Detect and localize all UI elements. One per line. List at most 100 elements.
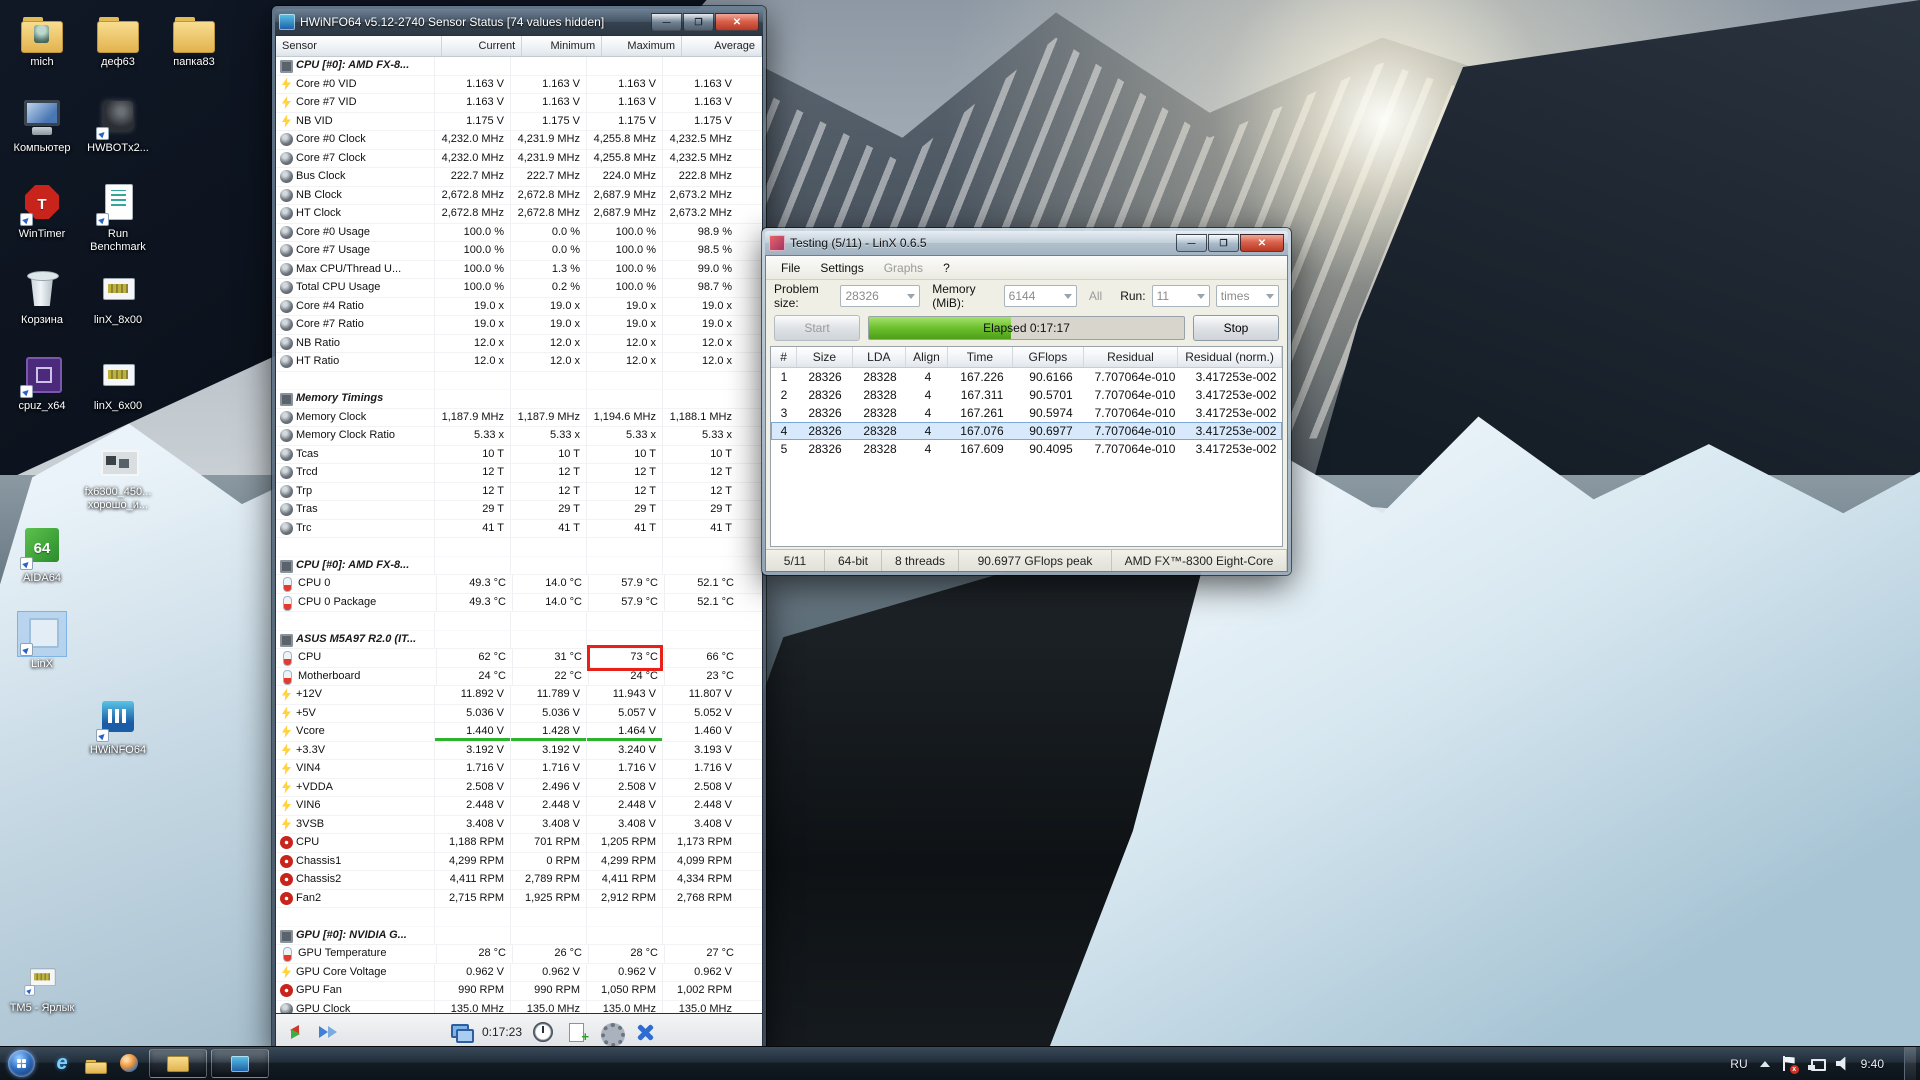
sensor-row[interactable]: Core #0 Usage100.0 %0.0 %100.0 %98.9 % (276, 224, 762, 243)
sensor-row[interactable]: Max CPU/Thread U...100.0 %1.3 %100.0 %99… (276, 261, 762, 280)
sensor-row[interactable]: Motherboard24 °C22 °C24 °C23 °C (276, 668, 762, 687)
sensor-group-row[interactable]: GPU [#0]: NVIDIA G... (276, 927, 762, 946)
sensor-row[interactable]: +VDDA2.508 V2.496 V2.508 V2.508 V (276, 779, 762, 798)
sensor-row[interactable]: Bus Clock222.7 MHz222.7 MHz224.0 MHz222.… (276, 168, 762, 187)
desktop-icon-filesm[interactable]: TM5 - Ярлык (4, 956, 80, 1015)
sensor-row[interactable]: +12V11.892 V11.789 V11.943 V11.807 V (276, 686, 762, 705)
start-button[interactable]: Start (774, 315, 860, 341)
sensor-row[interactable]: Tras29 T29 T29 T29 T (276, 501, 762, 520)
column-header[interactable]: Align (906, 347, 948, 367)
run-dropdown[interactable]: 11 (1152, 285, 1210, 307)
show-hidden-icons-icon[interactable] (1760, 1056, 1770, 1067)
sensor-row[interactable]: Vcore1.440 V1.428 V1.464 V1.460 V (276, 723, 762, 742)
menu-file[interactable]: File (772, 259, 809, 277)
result-row[interactable]: 328326283284167.26190.59747.707064e-0103… (771, 404, 1282, 422)
desktop-icon-folderuser[interactable]: mich (4, 10, 80, 69)
maximize-button[interactable] (1208, 234, 1239, 252)
memory-dropdown[interactable]: 6144 (1004, 285, 1077, 307)
sensor-row[interactable]: +3.3V3.192 V3.192 V3.240 V3.193 V (276, 742, 762, 761)
sensor-row[interactable]: Core #0 VID1.163 V1.163 V1.163 V1.163 V (276, 76, 762, 95)
desktop-icon-folder[interactable]: деф63 (80, 10, 156, 69)
column-header[interactable]: # (771, 347, 797, 367)
sensor-row[interactable]: VIN41.716 V1.716 V1.716 V1.716 V (276, 760, 762, 779)
desktop-icon-computer[interactable]: Компьютер (4, 96, 80, 155)
sensor-row[interactable]: Tcas10 T10 T10 T10 T (276, 446, 762, 465)
sensor-row[interactable]: VIN62.448 V2.448 V2.448 V2.448 V (276, 797, 762, 816)
remote-monitoring-button[interactable] (448, 1020, 474, 1044)
sensor-row[interactable]: GPU Fan990 RPM990 RPM1,050 RPM1,002 RPM (276, 982, 762, 1001)
desktop-icon-folder[interactable]: папка83 (156, 10, 232, 69)
close-button[interactable] (715, 13, 759, 31)
sensor-group-row[interactable]: CPU [#0]: AMD FX-8... (276, 557, 762, 576)
desktop-icon-image[interactable]: fx6300_450... хорошо_и... (80, 440, 156, 512)
desktop-icon-linx[interactable]: LinX (4, 612, 80, 671)
column-header[interactable]: Residual (norm.) (1178, 347, 1282, 367)
volume-icon[interactable] (1836, 1057, 1849, 1071)
desktop-icon-file[interactable]: linX_6x00 (80, 354, 156, 413)
desktop-icon-wintimer[interactable]: TWinTimer (4, 182, 80, 241)
action-center-flag-icon[interactable]: x (1782, 1056, 1796, 1072)
column-header[interactable]: GFlops (1013, 347, 1084, 367)
problem-size-dropdown[interactable]: 28326 (840, 285, 920, 307)
desktop-icon-doc[interactable]: Run Benchmark (80, 182, 156, 254)
minimize-button[interactable] (1176, 234, 1207, 252)
result-row[interactable]: 428326283284167.07690.69777.707064e-0103… (771, 422, 1282, 440)
logging-clock-button[interactable] (530, 1020, 556, 1044)
reset-values-button[interactable] (282, 1020, 308, 1044)
sensor-row[interactable]: +5V5.036 V5.036 V5.057 V5.052 V (276, 705, 762, 724)
column-header-average[interactable]: Average (682, 36, 762, 56)
sensor-row[interactable]: Total CPU Usage100.0 %0.2 %100.0 %98.7 % (276, 279, 762, 298)
sensor-row[interactable]: Trp12 T12 T12 T12 T (276, 483, 762, 502)
sensor-row[interactable]: CPU62 °C31 °C73 °C66 °C (276, 649, 762, 668)
sensor-group-row[interactable]: Memory Timings (276, 390, 762, 409)
sensor-row[interactable]: CPU 0 Package49.3 °C14.0 °C57.9 °C52.1 °… (276, 594, 762, 613)
column-header[interactable]: Residual (1084, 347, 1178, 367)
menu-graphs[interactable]: Graphs (875, 259, 932, 277)
hwinfo-titlebar[interactable]: HWiNFO64 v5.12-2740 Sensor Status [74 va… (275, 9, 763, 35)
sensor-row[interactable]: Chassis14,299 RPM0 RPM4,299 RPM4,099 RPM (276, 853, 762, 872)
column-header[interactable]: Time (948, 347, 1013, 367)
sensor-row[interactable]: Core #7 Ratio19.0 x19.0 x19.0 x19.0 x (276, 316, 762, 335)
desktop-icon-file[interactable]: linX_8x00 (80, 268, 156, 327)
column-header[interactable]: Size (797, 347, 852, 367)
menu-help[interactable]: ? (934, 259, 959, 277)
sensor-group-row[interactable]: CPU [#0]: AMD FX-8... (276, 57, 762, 76)
column-header-sensor[interactable]: Sensor (276, 36, 442, 56)
sensor-row[interactable]: Memory Clock1,187.9 MHz1,187.9 MHz1,194.… (276, 409, 762, 428)
column-header-maximum[interactable]: Maximum (602, 36, 682, 56)
start-button[interactable] (8, 1050, 35, 1077)
sensor-row[interactable]: Core #4 Ratio19.0 x19.0 x19.0 x19.0 x (276, 298, 762, 317)
sensor-row[interactable]: Trc41 T41 T41 T41 T (276, 520, 762, 539)
desktop-icon-aida[interactable]: 64AIDA64 (4, 526, 80, 585)
sensor-row[interactable]: HT Ratio12.0 x12.0 x12.0 x12.0 x (276, 353, 762, 372)
close-sensors-button[interactable] (632, 1020, 658, 1044)
desktop-icon-hwinfo[interactable]: HWiNFO64 (80, 698, 156, 757)
media-player-icon[interactable] (118, 1052, 142, 1076)
sensor-row[interactable]: NB Ratio12.0 x12.0 x12.0 x12.0 x (276, 335, 762, 354)
sensor-row[interactable]: Memory Clock Ratio5.33 x5.33 x5.33 x5.33… (276, 427, 762, 446)
taskbar-app-hwinfo[interactable] (211, 1049, 269, 1078)
result-row[interactable]: 128326283284167.22690.61667.707064e-0103… (771, 368, 1282, 386)
clock[interactable]: 9:40 (1861, 1057, 1884, 1071)
result-row[interactable]: 528326283284167.60990.40957.707064e-0103… (771, 440, 1282, 458)
sensor-row[interactable]: HT Clock2,672.8 MHz2,672.8 MHz2,687.9 MH… (276, 205, 762, 224)
network-icon[interactable] (1808, 1057, 1824, 1071)
desktop-icon-dark[interactable]: HWBOTx2... (80, 96, 156, 155)
desktop-icon-cpuz[interactable]: cpuz_x64 (4, 354, 80, 413)
show-desktop-button[interactable] (1904, 1047, 1916, 1080)
sensor-row[interactable]: Core #7 VID1.163 V1.163 V1.163 V1.163 V (276, 94, 762, 113)
sensor-row[interactable]: Chassis24,411 RPM2,789 RPM4,411 RPM4,334… (276, 871, 762, 890)
sensor-row[interactable]: GPU Core Voltage0.962 V0.962 V0.962 V0.9… (276, 964, 762, 983)
column-header-minimum[interactable]: Minimum (522, 36, 602, 56)
sensor-row[interactable]: CPU 049.3 °C14.0 °C57.9 °C52.1 °C (276, 575, 762, 594)
settings-gear-button[interactable] (598, 1020, 624, 1044)
sensor-row[interactable]: GPU Clock135.0 MHz135.0 MHz135.0 MHz135.… (276, 1001, 762, 1014)
explorer-icon[interactable] (84, 1052, 108, 1076)
sensor-row[interactable]: Core #7 Usage100.0 %0.0 %100.0 %98.5 % (276, 242, 762, 261)
report-button[interactable] (564, 1020, 590, 1044)
expand-button[interactable] (316, 1020, 342, 1044)
linx-titlebar[interactable]: Testing (5/11) - LinX 0.6.5 (765, 231, 1288, 255)
close-button[interactable] (1240, 234, 1284, 252)
times-dropdown[interactable]: times (1216, 285, 1279, 307)
internet-explorer-icon[interactable]: e (50, 1052, 74, 1076)
